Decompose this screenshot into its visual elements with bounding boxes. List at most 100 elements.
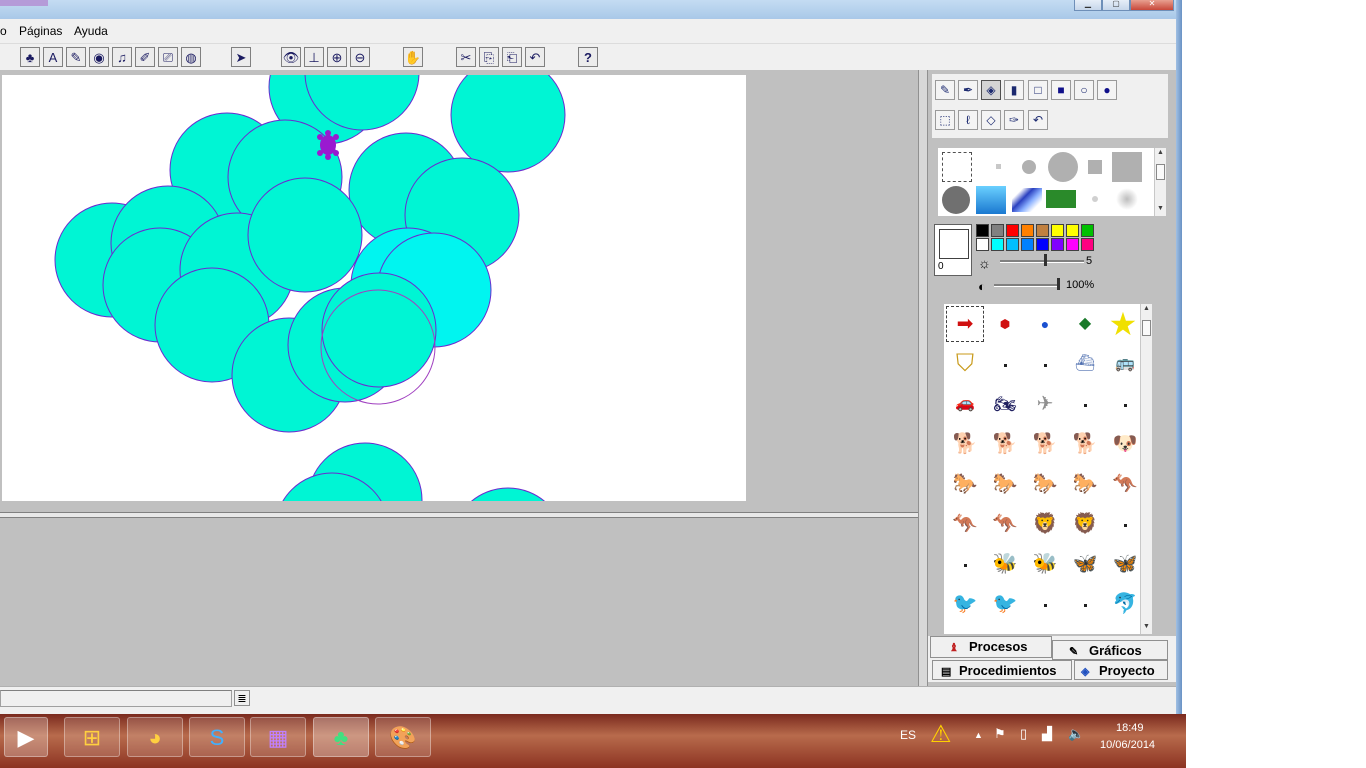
fill-bucket-icon[interactable]: ◈	[981, 80, 1001, 100]
palette-swatch[interactable]	[976, 224, 989, 237]
action-center-warning-icon[interactable]: ⚠	[930, 720, 952, 749]
lasso-icon[interactable]: ℓ	[958, 110, 978, 130]
yellow-star-shape[interactable]: ★	[1104, 306, 1142, 342]
clock-date[interactable]: 10/06/2014	[1100, 739, 1155, 751]
undo-icon[interactable]: ↶	[525, 47, 545, 67]
video-camera-icon[interactable]: ⎚	[158, 47, 178, 67]
motorbike-shape[interactable]: 🏍	[986, 386, 1024, 422]
dalmatian-shape-1[interactable]: 🐕	[1066, 426, 1104, 462]
rectangle-icon[interactable]: □	[1028, 80, 1048, 100]
green-diamond-shape[interactable]: ◆	[1066, 306, 1104, 342]
copy-icon[interactable]: ⎘	[479, 47, 499, 67]
chrome-icon[interactable]: ◕	[127, 717, 183, 757]
opacity-slider[interactable]	[994, 278, 1062, 292]
horizontal-splitter[interactable]	[0, 512, 918, 518]
palette-swatch[interactable]	[1081, 238, 1094, 251]
horse-shape-3[interactable]: 🐎	[1026, 466, 1064, 502]
minimize-button[interactable]: ▁	[1074, 0, 1102, 11]
notes-icon[interactable]: ≣	[234, 690, 250, 706]
maximize-button[interactable]: ▢	[1102, 0, 1130, 11]
pen-icon[interactable]: ✒	[958, 80, 978, 100]
language-indicator[interactable]: ES	[900, 728, 916, 742]
brush-small-square[interactable]	[1088, 160, 1102, 174]
vertical-splitter[interactable]	[918, 70, 928, 686]
pencil-icon[interactable]: ✎	[935, 80, 955, 100]
brush-tiny[interactable]	[996, 164, 1001, 169]
horse-shape-4[interactable]: 🐎	[1066, 466, 1104, 502]
palette-swatch[interactable]	[1036, 238, 1049, 251]
empty-slot-dot[interactable]	[1004, 364, 1007, 367]
empty-slot-dot[interactable]	[1044, 364, 1047, 367]
horse-shape-1[interactable]: 🐎	[946, 466, 984, 502]
palette-swatch[interactable]	[1006, 238, 1019, 251]
ellipse-icon[interactable]: ○	[1074, 80, 1094, 100]
eye-slash-icon[interactable]: ◉	[89, 47, 109, 67]
palette-swatch[interactable]	[1021, 238, 1034, 251]
butterfly-shape-2[interactable]: 🦋	[1106, 546, 1144, 582]
red-octagon-shape[interactable]: ⬢	[986, 306, 1024, 342]
lcsi-badge-shape[interactable]: ⛉	[946, 346, 984, 382]
kangaroo-shape-3[interactable]: 🦘	[986, 506, 1024, 542]
music-note-icon[interactable]: ♫	[112, 47, 132, 67]
brush-scrollbar[interactable]: ▲ ▼	[1154, 148, 1166, 216]
menu-item-ayuda[interactable]: Ayuda	[74, 24, 108, 38]
palette-swatch[interactable]	[991, 224, 1004, 237]
bee-shape-1[interactable]: 🐝	[986, 546, 1024, 582]
skype-icon[interactable]: S	[189, 717, 245, 757]
blue-ball-shape[interactable]: ●	[1026, 306, 1064, 342]
paste-icon[interactable]: ⎗	[502, 47, 522, 67]
cut-icon[interactable]: ✂	[456, 47, 476, 67]
boat-shape[interactable]: ⛴	[1066, 346, 1104, 382]
lion-shape-1[interactable]: 🦁	[1026, 506, 1064, 542]
palette-swatch[interactable]	[976, 238, 989, 251]
new-turtle-icon[interactable]: ♣	[20, 47, 40, 67]
palette-swatch[interactable]	[1021, 224, 1034, 237]
brush-texture-stone[interactable]	[942, 186, 970, 214]
brush-large-square[interactable]	[1112, 152, 1142, 182]
turtle-icon[interactable]	[317, 130, 339, 160]
butterfly-shape-1[interactable]: 🦋	[1066, 546, 1104, 582]
globe-icon[interactable]: ◍	[181, 47, 201, 67]
tab-proyecto[interactable]: ◈ Proyecto	[1074, 660, 1168, 680]
dalmatian-shape-2[interactable]: 🐶	[1106, 426, 1144, 462]
menu-item-partial[interactable]: o	[0, 24, 7, 38]
clock-time[interactable]: 18:49	[1116, 722, 1144, 734]
drawing-canvas[interactable]	[2, 75, 746, 501]
dolphin-shape[interactable]: 🐬	[1106, 586, 1144, 622]
brush-texture-blue[interactable]	[1012, 188, 1042, 212]
microphone-icon[interactable]: ✐	[135, 47, 155, 67]
filled-rectangle-icon[interactable]: ■	[1051, 80, 1071, 100]
undo-draw-icon[interactable]: ↶	[1028, 110, 1048, 130]
tab-procedimientos[interactable]: ▤ Procedimientos	[932, 660, 1072, 680]
spray-icon[interactable]: ▮	[1004, 80, 1024, 100]
bee-shape-2[interactable]: 🐝	[1026, 546, 1064, 582]
brush-large-round[interactable]	[1048, 152, 1078, 182]
filled-ellipse-icon[interactable]: ●	[1097, 80, 1117, 100]
hummingbird-shape-2[interactable]: 🐦	[986, 586, 1024, 622]
winrar-icon[interactable]: ▦	[250, 717, 306, 757]
battery-icon[interactable]: ▯	[1020, 726, 1027, 742]
red-car-shape[interactable]: 🚗	[946, 386, 984, 422]
brush-empty[interactable]	[942, 152, 972, 182]
empty-slot-dot[interactable]	[1124, 524, 1127, 527]
brush-texture-grass[interactable]	[1046, 190, 1076, 208]
zoom-in-icon[interactable]: ⊕	[327, 47, 347, 67]
palette-swatch[interactable]	[1066, 238, 1079, 251]
horse-shape-2[interactable]: 🐎	[986, 466, 1024, 502]
stamp-icon[interactable]: ⊥	[304, 47, 324, 67]
network-signal-icon[interactable]: ▟	[1042, 726, 1052, 742]
palette-swatch[interactable]	[1081, 224, 1094, 237]
dog-shape-2[interactable]: 🐕	[986, 426, 1024, 462]
dog-shape-1[interactable]: 🐕	[946, 426, 984, 462]
brush-small-round[interactable]	[1022, 160, 1036, 174]
media-player-icon[interactable]: ▶	[4, 717, 48, 757]
empty-slot-dot[interactable]	[1124, 404, 1127, 407]
stop-hand-icon[interactable]: ✋	[403, 47, 423, 67]
pointer-icon[interactable]: ➤	[231, 47, 251, 67]
kangaroo-shape-2[interactable]: 🦘	[946, 506, 984, 542]
paint-icon[interactable]: 🎨	[375, 717, 431, 757]
zoom-out-icon[interactable]: ⊖	[350, 47, 370, 67]
close-button[interactable]: ✕	[1130, 0, 1174, 11]
airplane-shape[interactable]: ✈	[1026, 386, 1064, 422]
hummingbird-shape-1[interactable]: 🐦	[946, 586, 984, 622]
